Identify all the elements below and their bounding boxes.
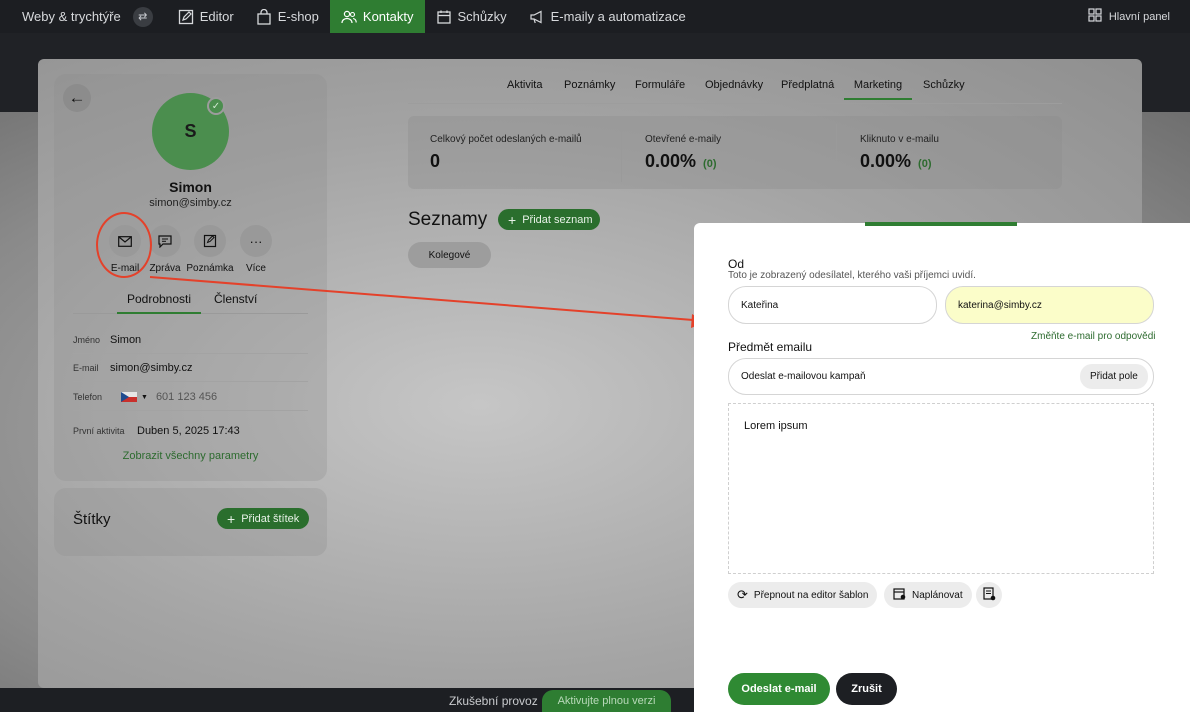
subject-label: Předmět emailu xyxy=(728,340,813,354)
document-list-icon xyxy=(982,586,996,604)
trial-label: Zkušební provoz xyxy=(449,694,538,708)
from-hint: Toto je zobrazený odesílatel, kterého va… xyxy=(728,270,976,281)
email-body-text: Lorem ipsum xyxy=(744,420,808,432)
template-list-button[interactable] xyxy=(976,582,1002,608)
sender-email-input[interactable]: katerina@simby.cz xyxy=(945,286,1154,324)
change-reply-email-link[interactable]: Změňte e-mail pro odpovědi xyxy=(1031,331,1156,342)
schedule-button[interactable]: Naplánovat xyxy=(884,582,972,608)
schedule-label: Naplánovat xyxy=(912,589,963,601)
add-field-button[interactable]: Přidat pole xyxy=(1080,364,1148,389)
calendar-clock-icon xyxy=(893,587,906,603)
panel-accent-bar xyxy=(865,222,1017,226)
switch-editor-label: Přepnout na editor šablon xyxy=(753,589,869,601)
switch-template-editor-button[interactable]: ⟳ Přepnout na editor šablon xyxy=(728,582,878,608)
send-email-button[interactable]: Odeslat e-mail xyxy=(728,673,830,705)
refresh-icon: ⟳ xyxy=(737,587,748,602)
activate-full-version-button[interactable]: Aktivujte plnou verzi xyxy=(542,690,671,712)
from-label: Od xyxy=(728,257,745,271)
sender-name-input[interactable]: Kateřina xyxy=(728,286,937,324)
cancel-button[interactable]: Zrušit xyxy=(836,673,897,705)
